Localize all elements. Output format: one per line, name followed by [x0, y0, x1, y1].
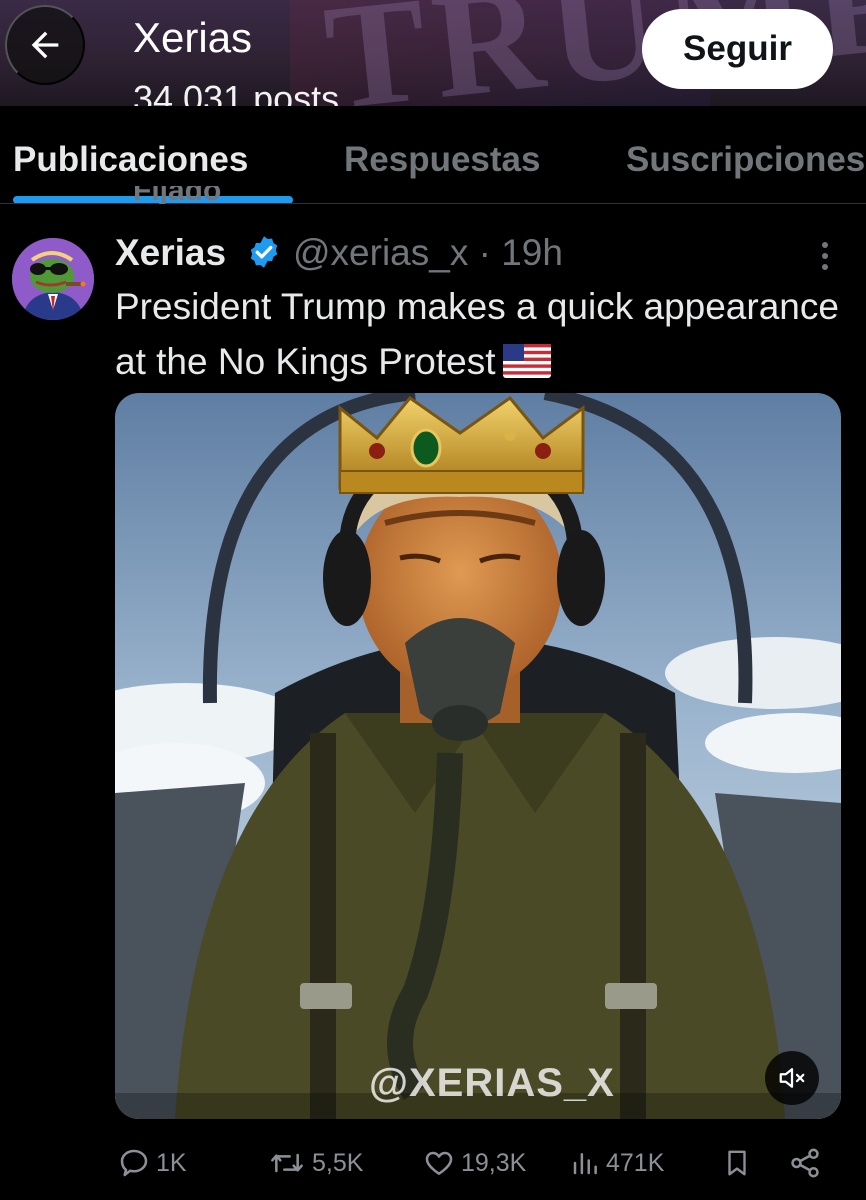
tweet-body: President Trump makes a quick appearance…	[115, 286, 839, 382]
tab-publicaciones[interactable]: Publicaciones	[13, 140, 248, 180]
views-action[interactable]: 471K	[570, 1145, 664, 1181]
more-options-icon[interactable]	[808, 236, 842, 276]
repost-action[interactable]: 5,5K	[268, 1145, 363, 1181]
verified-badge-icon	[250, 236, 278, 268]
back-button[interactable]	[5, 5, 85, 85]
separator-dot: ·	[478, 232, 502, 273]
share-button[interactable]	[788, 1145, 828, 1181]
repost-count: 5,5K	[312, 1148, 364, 1177]
bookmark-icon	[728, 1150, 746, 1176]
reply-icon	[120, 1149, 148, 1177]
post-count: 34.031 posts	[133, 78, 340, 106]
post-time[interactable]: 19h	[501, 232, 563, 273]
author-name[interactable]: Xerias	[115, 232, 226, 274]
video-frame-image	[115, 393, 841, 1119]
like-action[interactable]: 19,3K	[423, 1145, 526, 1181]
video-watermark: @XERIAS_X	[369, 1061, 615, 1105]
follow-button[interactable]: Seguir	[642, 9, 833, 89]
mute-toggle-button[interactable]	[765, 1051, 819, 1105]
tweet-video[interactable]: @XERIAS_X	[115, 393, 841, 1119]
pepe-avatar-image	[12, 238, 94, 320]
arrow-left-icon	[31, 31, 59, 59]
heart-icon	[425, 1151, 453, 1175]
views-count: 471K	[606, 1148, 665, 1177]
repost-icon	[271, 1153, 303, 1173]
profile-name: Xerias	[133, 14, 253, 61]
handle-and-time: @xerias_x · 19h	[293, 232, 563, 274]
us-flag-icon	[503, 344, 552, 378]
tweet-text: President Trump makes a quick appearance…	[115, 279, 855, 389]
tab-suscripciones[interactable]: Suscripciones	[626, 140, 865, 180]
views-chart-icon	[573, 1153, 597, 1175]
speaker-muted-icon	[779, 1068, 805, 1088]
reply-count: 1K	[156, 1148, 187, 1177]
author-handle[interactable]: @xerias_x	[293, 232, 468, 273]
like-count: 19,3K	[461, 1148, 527, 1177]
avatar[interactable]	[12, 238, 94, 320]
tab-respuestas[interactable]: Respuestas	[344, 140, 540, 180]
reply-action[interactable]: 1K	[118, 1145, 187, 1181]
pinned-label: Fijado	[133, 186, 222, 204]
profile-header: TRUMP Xerias 34.031 posts Seguir	[0, 0, 866, 106]
profile-tabs: Publicaciones Respuestas Suscripciones	[0, 106, 866, 204]
share-icon	[791, 1148, 819, 1178]
bookmark-button[interactable]	[722, 1145, 758, 1181]
